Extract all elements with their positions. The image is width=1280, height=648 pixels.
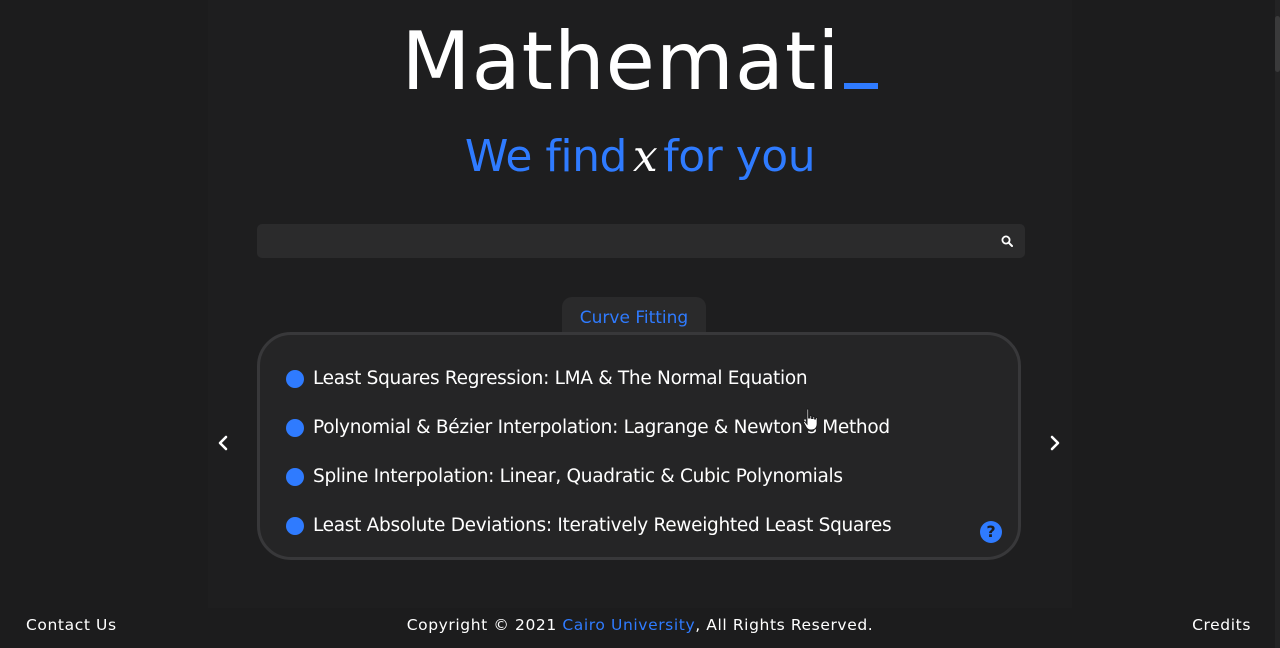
topic-card: Least Squares Regression: LMA & The Norm… [257,332,1021,560]
search-input[interactable] [267,224,991,260]
search-icon[interactable] [1001,235,1013,247]
topic-item[interactable]: Spline Interpolation: Linear, Quadratic … [286,452,891,501]
tagline-variable: x [632,131,658,182]
topic-label[interactable]: Least Squares Regression: LMA & The Norm… [313,368,808,389]
bullet-dot-icon [286,516,304,535]
question-circle-icon[interactable]: ? [980,521,1002,543]
credits-link[interactable]: Credits [1192,616,1251,634]
search-bar [257,224,1025,260]
tagline: We find x for you [0,128,1280,186]
topic-list: Least Squares Regression: LMA & The Norm… [286,354,892,550]
logo-text: Mathemati [401,15,841,108]
logo-cursor-bar [844,83,879,89]
copyright-notice: Copyright © 2021 Cairo University, All R… [0,616,1280,634]
topic-label[interactable]: Spline Interpolation: Linear, Quadratic … [313,466,843,487]
page: Mathemati We find x for you Curve Fitting … [0,0,1280,648]
tagline-after: for you [663,131,816,182]
topic-label[interactable]: Least Absolute Deviations: Iteratively R… [313,515,892,536]
bullet-dot-icon [286,467,304,486]
site-logo: Mathemati [0,14,1280,110]
topic-item[interactable]: Least Absolute Deviations: Iteratively R… [286,501,892,550]
chevron-left-icon[interactable] [214,433,234,453]
bullet-dot-icon [286,369,304,388]
cairo-university-link[interactable]: Cairo University [562,616,695,634]
topic-item[interactable]: Polynomial & Bézier Interpolation: Lagra… [286,403,891,452]
bullet-dot-icon [286,418,304,437]
hand-pointer-icon [802,408,818,431]
chevron-right-icon[interactable] [1044,433,1064,453]
topic-item[interactable]: Least Squares Regression: LMA & The Norm… [286,354,891,403]
copyright-suffix: , All Rights Reserved. [695,616,874,634]
copyright-prefix: Copyright © 2021 [406,616,557,634]
footer: Contact Us Copyright © 2021 Cairo Univer… [0,612,1280,640]
tagline-before: We find [464,131,628,182]
tab-curve-fitting[interactable]: Curve Fitting [562,297,706,337]
